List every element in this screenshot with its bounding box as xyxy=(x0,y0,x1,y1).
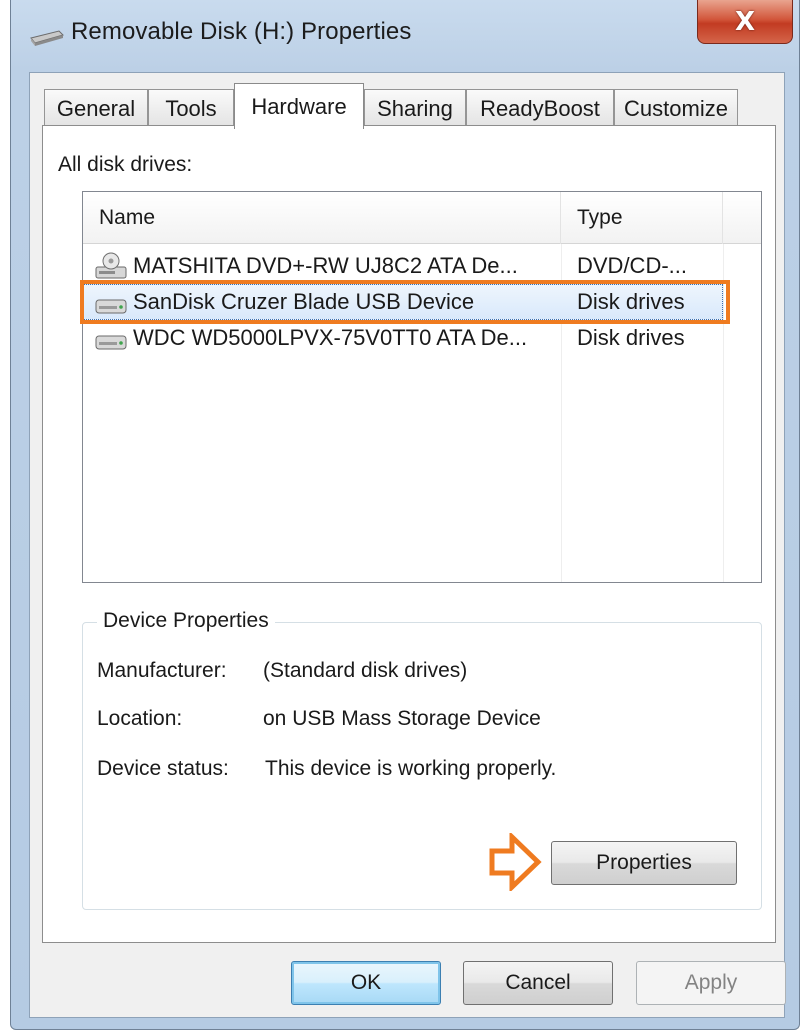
disk-drive-icon xyxy=(95,299,127,314)
title-bar[interactable]: Removable Disk (H:) Properties X xyxy=(11,0,799,72)
list-item-selected[interactable]: SanDisk Cruzer Blade USB Device Disk dri… xyxy=(80,280,761,324)
device-type: Disk drives xyxy=(577,325,685,350)
device-properties-button[interactable]: Properties xyxy=(551,841,737,885)
device-status-value: This device is working properly. xyxy=(265,757,557,780)
device-name: SanDisk Cruzer Blade USB Device xyxy=(133,289,475,314)
tab-customize[interactable]: Customize xyxy=(614,89,738,127)
window-title: Removable Disk (H:) Properties xyxy=(71,18,412,45)
device-type: Disk drives xyxy=(577,289,685,314)
device-properties-title: Device Properties xyxy=(97,609,275,633)
device-properties-group: Device Properties Manufacturer: (Standar… xyxy=(82,609,762,910)
tab-sharing[interactable]: Sharing xyxy=(364,89,466,127)
disk-drives-list[interactable]: Name Type MATSHITA DVD+-RW UJ8C2 ATA De.… xyxy=(80,191,762,583)
removable-disk-icon xyxy=(30,30,64,46)
list-item[interactable]: WDC WD5000LPVX-75V0TT0 ATA De... Disk dr… xyxy=(83,320,761,356)
disk-drive-icon xyxy=(95,335,127,350)
manufacturer-value: (Standard disk drives) xyxy=(263,659,468,682)
apply-button[interactable]: Apply xyxy=(636,961,786,1005)
tab-strip: General Tools Hardware Sharing ReadyBoos… xyxy=(44,83,774,129)
orange-arrow-icon xyxy=(489,833,542,891)
device-name: MATSHITA DVD+-RW UJ8C2 ATA De... xyxy=(133,253,518,278)
list-header: Name Type xyxy=(83,192,761,244)
device-name: WDC WD5000LPVX-75V0TT0 ATA De... xyxy=(133,325,528,350)
dialog-client-area: General Tools Hardware Sharing ReadyBoos… xyxy=(29,72,786,1018)
location-value: on USB Mass Storage Device xyxy=(263,707,541,730)
device-type: DVD/CD-... xyxy=(577,253,687,278)
close-button[interactable]: X xyxy=(697,0,793,44)
list-item[interactable]: MATSHITA DVD+-RW UJ8C2 ATA De... DVD/CD-… xyxy=(83,248,761,284)
all-disk-drives-label: All disk drives: xyxy=(58,153,193,176)
ok-button[interactable]: OK xyxy=(291,961,441,1005)
properties-window: Removable Disk (H:) Properties X General… xyxy=(10,0,800,1030)
column-header-name[interactable]: Name xyxy=(83,192,561,244)
manufacturer-label: Manufacturer: xyxy=(97,659,227,682)
column-header-type[interactable]: Type xyxy=(561,192,723,244)
tab-hardware[interactable]: Hardware xyxy=(234,83,364,129)
tab-tools[interactable]: Tools xyxy=(148,89,234,127)
tab-readyboost[interactable]: ReadyBoost xyxy=(466,89,614,127)
cancel-button[interactable]: Cancel xyxy=(463,961,613,1005)
location-label: Location: xyxy=(97,707,183,730)
device-status-label: Device status: xyxy=(97,757,229,780)
tab-general[interactable]: General xyxy=(44,89,148,127)
optical-drive-icon xyxy=(95,252,127,279)
